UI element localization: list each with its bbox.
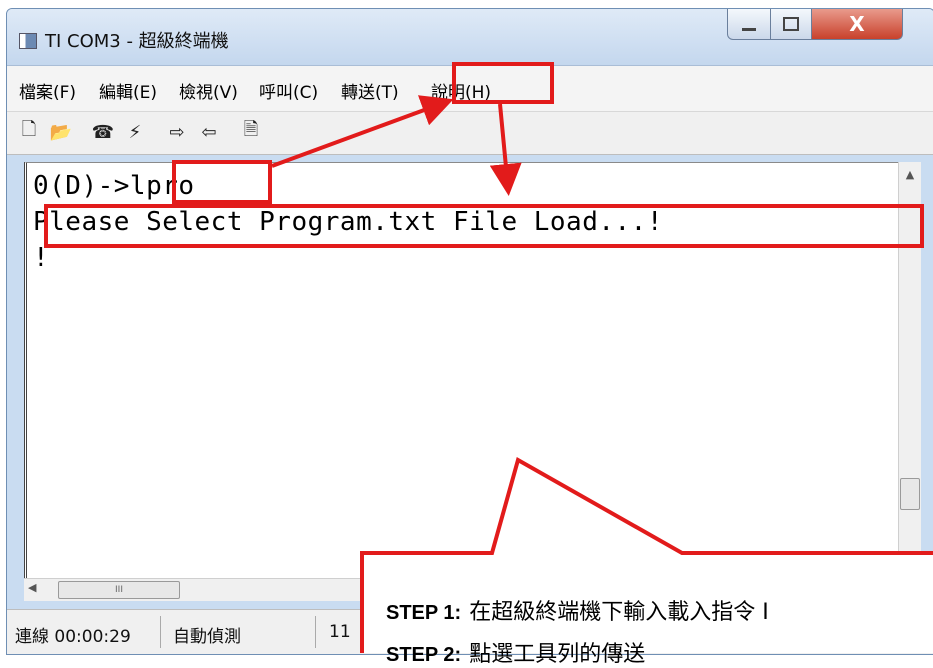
new-icon[interactable]: 🗋 bbox=[17, 119, 41, 144]
scroll-left-icon[interactable]: ◀ bbox=[28, 581, 36, 594]
menu-view[interactable]: 檢視(V) bbox=[179, 78, 238, 103]
close-button[interactable]: X bbox=[811, 9, 903, 40]
status-divider bbox=[160, 616, 161, 648]
maximize-button[interactable] bbox=[770, 9, 812, 40]
status-connected: 連線 00:00:29 bbox=[15, 627, 131, 647]
status-divider bbox=[315, 616, 316, 648]
horizontal-scrollbar[interactable]: ◀ III bbox=[24, 578, 364, 601]
minimize-icon bbox=[742, 27, 756, 31]
step2-label: STEP 2: bbox=[386, 644, 462, 666]
status-detect: 自動偵測 bbox=[173, 627, 241, 647]
menu-file[interactable]: 檔案(F) bbox=[19, 78, 76, 103]
send-icon[interactable]: ⇨ bbox=[165, 120, 189, 144]
toolbar: 🗋 📂 ☎ ⚡ ⇨ ⇦ 🗎 bbox=[7, 111, 933, 155]
open-icon[interactable]: 📂 bbox=[49, 120, 73, 144]
minimize-button[interactable] bbox=[727, 9, 771, 40]
menu-edit[interactable]: 編輯(E) bbox=[99, 78, 157, 103]
disconnect-icon[interactable]: ⚡ bbox=[123, 120, 147, 144]
properties-icon[interactable]: 🗎 bbox=[239, 119, 263, 144]
highlight-transfer-menu bbox=[452, 62, 554, 104]
title-bar[interactable]: TI COM3 - 超級終端機 X bbox=[7, 9, 933, 65]
scroll-up-icon[interactable]: ▲ bbox=[899, 168, 921, 181]
step2-text: 點選工具列的傳送 bbox=[469, 642, 646, 667]
scroll-thumb[interactable] bbox=[900, 478, 920, 510]
scroll-thumb[interactable]: III bbox=[58, 581, 180, 599]
step1-text: 在超級終端機下輸入載入指令 bbox=[469, 600, 756, 625]
status-port: 11 bbox=[329, 622, 351, 642]
window-title: TI COM3 - 超級終端機 bbox=[45, 31, 229, 52]
call-icon[interactable]: ☎ bbox=[91, 120, 115, 144]
step1-tail: I bbox=[762, 600, 769, 625]
receive-icon[interactable]: ⇦ bbox=[197, 120, 221, 144]
terminal-line: 0(D)->lpro bbox=[33, 171, 195, 201]
close-icon: X bbox=[849, 12, 865, 36]
app-icon bbox=[19, 33, 37, 49]
callout-step2: STEP 2: 點選工具列的傳送 bbox=[386, 636, 645, 668]
maximize-icon bbox=[783, 17, 799, 31]
callout-step1: STEP 1: 在超級終端機下輸入載入指令 I bbox=[386, 594, 769, 626]
step1-label: STEP 1: bbox=[386, 602, 462, 624]
highlight-command bbox=[172, 160, 272, 204]
menu-call[interactable]: 呼叫(C) bbox=[259, 78, 318, 103]
highlight-prompt bbox=[44, 204, 924, 248]
menu-transfer[interactable]: 轉送(T) bbox=[341, 78, 399, 103]
